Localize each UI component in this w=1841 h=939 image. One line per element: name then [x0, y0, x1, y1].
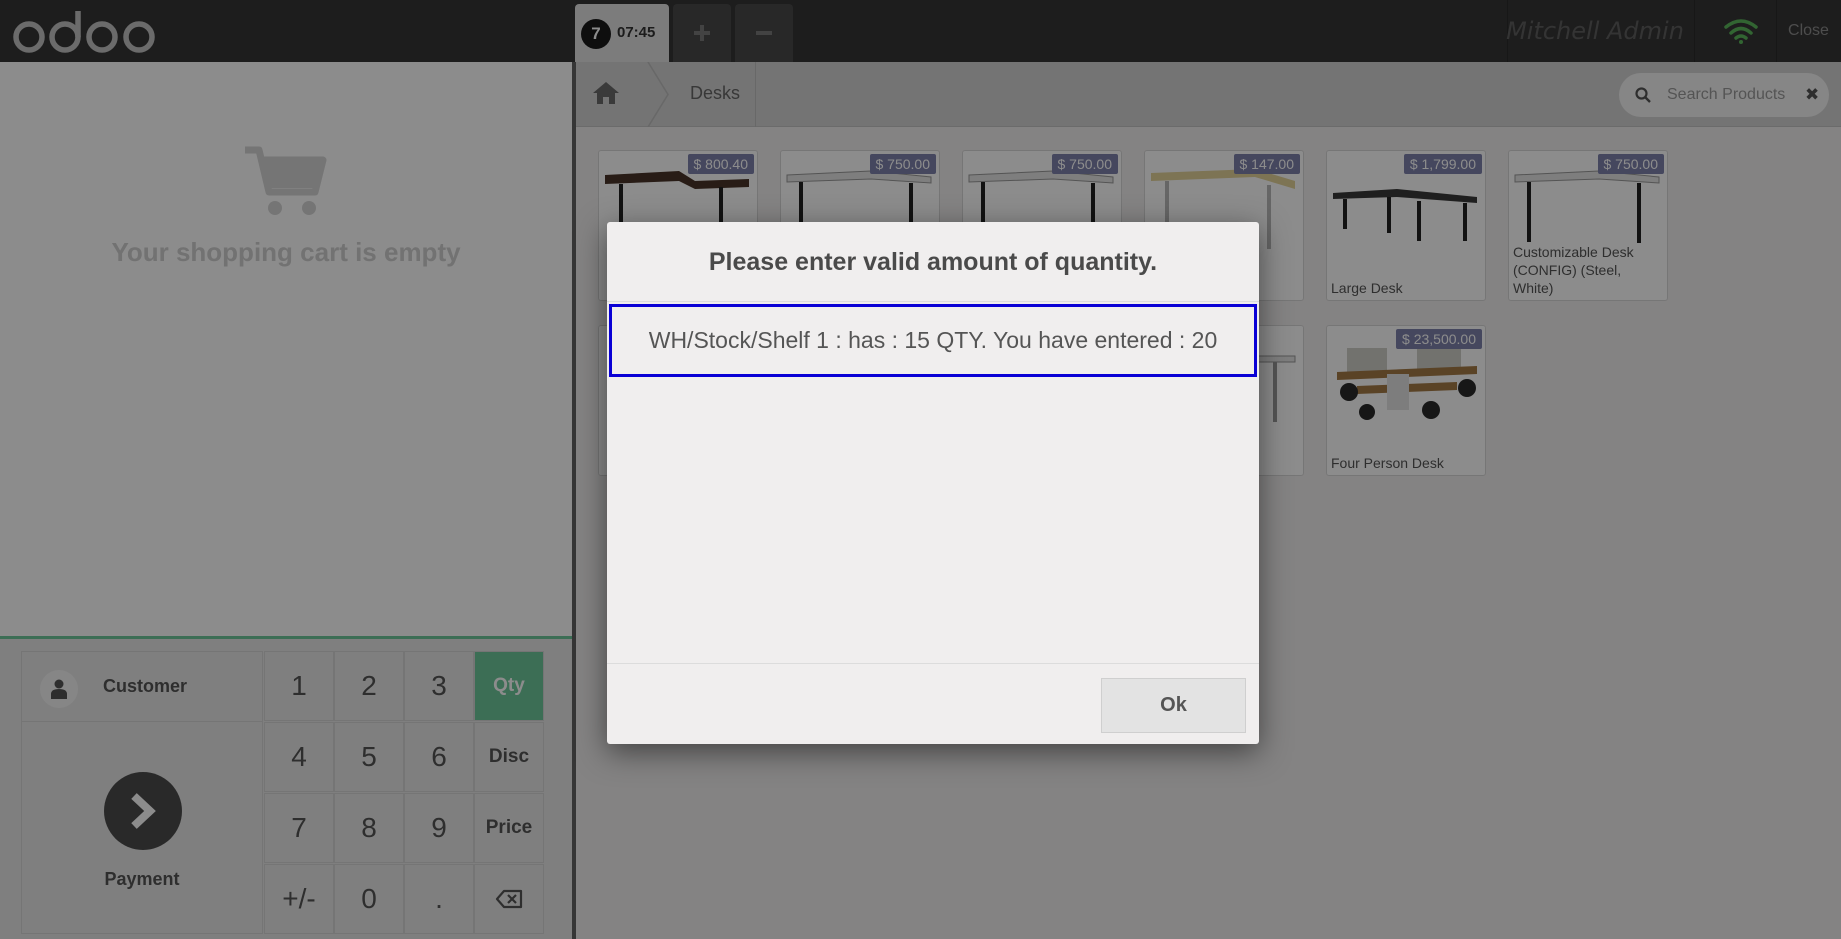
dialog-footer-separator	[607, 663, 1259, 664]
dialog-message: WH/Stock/Shelf 1 : has : 15 QTY. You hav…	[609, 304, 1257, 377]
error-dialog: Please enter valid amount of quantity. W…	[607, 222, 1259, 744]
ok-button[interactable]: Ok	[1101, 678, 1246, 733]
dialog-title-separator	[607, 301, 1259, 302]
dialog-title: Please enter valid amount of quantity.	[708, 248, 1158, 276]
